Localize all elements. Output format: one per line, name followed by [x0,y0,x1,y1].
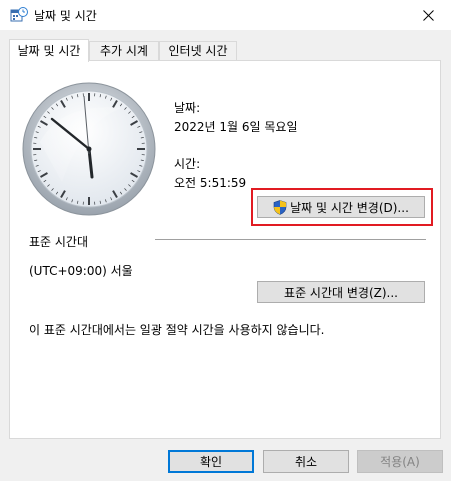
timezone-section-label: 표준 시간대 [29,235,89,249]
close-button[interactable] [405,0,451,30]
window-title: 날짜 및 시간 [34,9,97,23]
title-bar: 날짜 및 시간 [0,0,451,30]
tab-date-time[interactable]: 날짜 및 시간 [9,39,89,62]
date-value: 2022년 1월 6일 목요일 [174,120,298,134]
tab-additional-clocks[interactable]: 추가 시계 [89,41,159,60]
analog-clock [22,82,156,216]
change-date-time-label: 날짜 및 시간 변경(D)... [290,200,409,215]
close-icon [422,9,434,21]
time-label: 시간: [174,157,201,171]
apply-button[interactable]: 적용(A) [357,450,443,473]
timezone-value: (UTC+09:00) 서울 [29,264,133,278]
ok-button[interactable]: 확인 [168,450,254,473]
dst-note: 이 표준 시간대에서는 일광 절약 시간을 사용하지 않습니다. [29,323,325,337]
section-divider [155,239,426,240]
tab-internet-time[interactable]: 인터넷 시간 [159,41,237,60]
change-timezone-button[interactable]: 표준 시간대 변경(Z)... [257,281,425,303]
change-date-time-button[interactable]: 날짜 및 시간 변경(D)... [257,196,425,218]
date-time-icon [10,7,28,22]
uac-shield-icon [273,199,287,215]
cancel-button[interactable]: 취소 [263,450,349,473]
date-label: 날짜: [174,101,201,115]
time-value: 오전 5:51:59 [174,176,247,190]
